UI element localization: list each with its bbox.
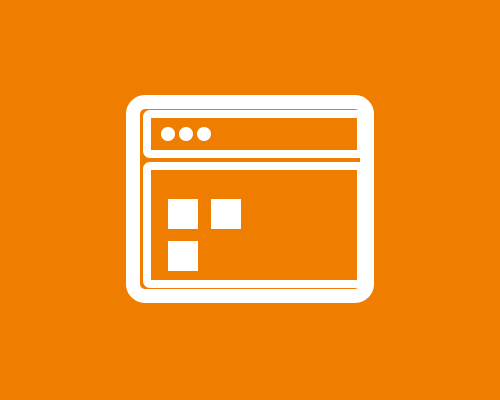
background [0, 0, 500, 400]
content-tile-2 [211, 199, 241, 229]
title-bar-dot-3 [197, 127, 211, 141]
content-tile-3 [168, 241, 198, 271]
title-bar-dot-2 [179, 127, 193, 141]
title-bar-dot-1 [161, 127, 175, 141]
icon-canvas [0, 0, 500, 400]
content-tile-1 [168, 199, 198, 229]
browser-window-icon [0, 0, 500, 400]
